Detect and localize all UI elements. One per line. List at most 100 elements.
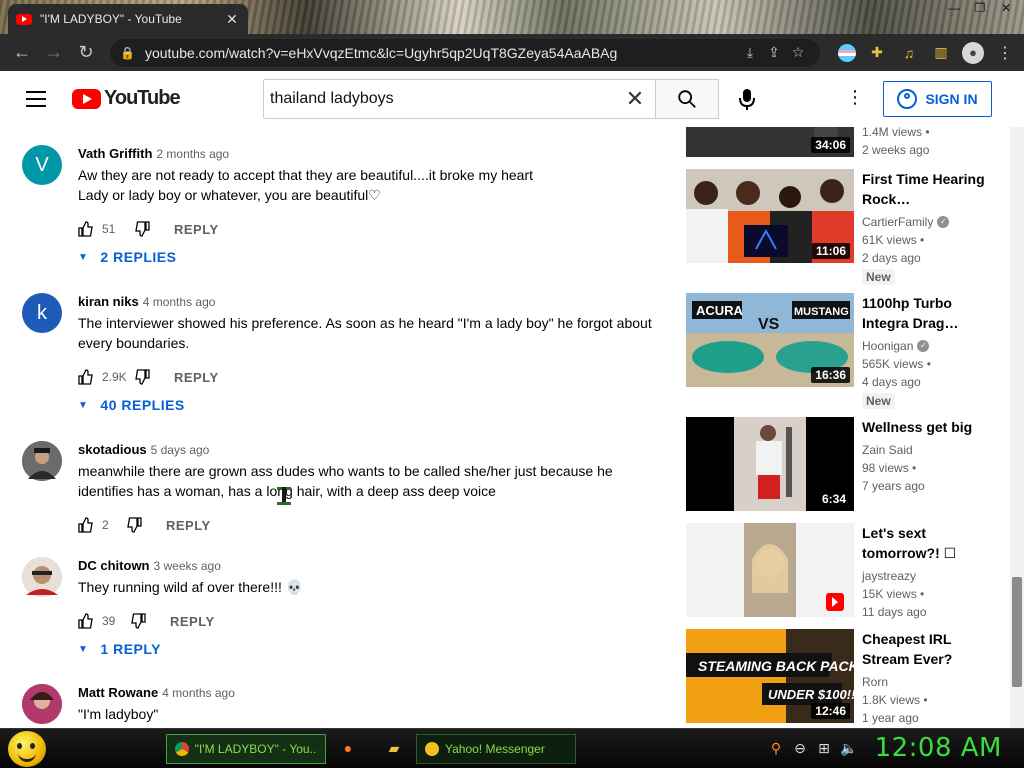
comment-time[interactable]: 2 months ago bbox=[156, 147, 229, 161]
comment-author[interactable]: Vath Griffith bbox=[78, 146, 152, 161]
firefox-icon[interactable]: ● bbox=[340, 740, 356, 756]
volume-icon[interactable]: 🔈 bbox=[840, 740, 857, 756]
extension-puzzle-icon[interactable]: ✚ bbox=[866, 42, 888, 64]
video-channel[interactable]: Rorn bbox=[862, 673, 992, 691]
video-title[interactable]: Let's sext tomorrow?! ☐ bbox=[862, 523, 992, 563]
comment-time[interactable]: 4 months ago bbox=[143, 295, 216, 309]
reply-button[interactable]: REPLY bbox=[170, 614, 215, 629]
commenter-avatar[interactable] bbox=[22, 684, 62, 724]
video-channel[interactable]: Zain Said bbox=[862, 441, 992, 459]
video-channel[interactable]: jaystreazy bbox=[862, 567, 992, 585]
browser-menu-icon[interactable]: ⋮ bbox=[994, 42, 1016, 64]
profile-avatar-icon[interactable]: ● bbox=[962, 41, 984, 64]
comment-author[interactable]: skotadious bbox=[78, 442, 147, 457]
dislike-thumb-icon[interactable] bbox=[126, 517, 142, 533]
video-thumbnail[interactable]: STEAMING BACK PACK UNDER $100!! 12:46 bbox=[686, 629, 854, 723]
commenter-avatar[interactable] bbox=[22, 557, 62, 597]
video-channel[interactable]: CartierFamily ✓ bbox=[862, 213, 992, 231]
forward-arrow-icon[interactable]: → bbox=[40, 39, 68, 67]
comment-author[interactable]: Matt Rowane bbox=[78, 685, 158, 700]
dislike-thumb-icon[interactable] bbox=[134, 221, 150, 237]
back-arrow-icon[interactable]: ← bbox=[8, 39, 36, 67]
video-thumbnail[interactable] bbox=[686, 523, 854, 617]
search-input[interactable] bbox=[270, 90, 621, 108]
related-video-item[interactable]: STEAMING BACK PACK UNDER $100!! 12:46 Ch… bbox=[686, 629, 996, 725]
hamburger-menu-icon[interactable] bbox=[26, 91, 46, 107]
video-title[interactable]: Cheapest IRL Stream Ever? bbox=[862, 629, 992, 669]
reply-button[interactable]: REPLY bbox=[174, 222, 219, 237]
scrollbar-thumb[interactable] bbox=[1012, 577, 1022, 687]
side-panel-icon[interactable]: ▥ bbox=[930, 42, 952, 64]
comment-time[interactable]: 4 months ago bbox=[162, 686, 235, 700]
video-thumbnail[interactable]: 11:06 bbox=[686, 169, 854, 263]
taskbar-item-label: Yahoo! Messenger bbox=[445, 742, 545, 756]
svg-text:MUSTANG: MUSTANG bbox=[794, 306, 849, 318]
url-text[interactable]: youtube.com/watch?v=eHxVvqzEtmc&lc=Ugyhr… bbox=[145, 45, 738, 61]
search-tray-icon[interactable]: ⚲ bbox=[768, 740, 784, 756]
reload-icon[interactable]: ↻ bbox=[72, 39, 100, 67]
start-button-smiley-icon[interactable] bbox=[8, 731, 46, 767]
reply-button[interactable]: REPLY bbox=[166, 518, 211, 533]
channel-name[interactable]: jaystreazy bbox=[862, 567, 916, 585]
like-thumb-icon[interactable] bbox=[78, 369, 94, 385]
related-video-item[interactable]: Let's sext tomorrow?! ☐ jaystreazy 15K v… bbox=[686, 523, 996, 619]
video-title[interactable]: First Time Hearing Rock… bbox=[862, 169, 992, 209]
dislike-thumb-icon[interactable] bbox=[130, 613, 146, 629]
minus-circle-icon[interactable]: ⊖ bbox=[792, 740, 808, 756]
lock-icon[interactable]: 🔒 bbox=[120, 46, 135, 60]
sign-in-button[interactable]: SIGN IN bbox=[883, 81, 992, 117]
address-bar[interactable]: 🔒 youtube.com/watch?v=eHxVvqzEtmc&lc=Ugy… bbox=[110, 38, 820, 67]
related-video-item[interactable]: 34:06 1.4M views • 2 weeks ago bbox=[686, 127, 996, 157]
install-app-icon[interactable]: ⤓ bbox=[738, 44, 762, 61]
view-replies-button[interactable]: ▼ 40 REPLIES bbox=[78, 397, 668, 413]
comment-author[interactable]: DC chitown bbox=[78, 558, 150, 573]
video-age: 2 days ago bbox=[862, 251, 921, 265]
commenter-avatar[interactable]: V bbox=[22, 145, 62, 185]
like-thumb-icon[interactable] bbox=[78, 517, 94, 533]
related-video-item[interactable]: 6:34 Wellness get big Zain Said 98 views… bbox=[686, 417, 996, 511]
folder-icon[interactable]: ▰ bbox=[386, 740, 402, 756]
extension-flag-icon[interactable] bbox=[838, 43, 856, 62]
taskbar-item-yahoo[interactable]: Yahoo! Messenger bbox=[416, 734, 576, 764]
youtube-logo[interactable]: YouTube bbox=[72, 87, 181, 110]
video-channel[interactable]: Hoonigan ✓ bbox=[862, 337, 992, 355]
like-thumb-icon[interactable] bbox=[78, 221, 94, 237]
channel-name[interactable]: Rorn bbox=[862, 673, 888, 691]
view-replies-button[interactable]: ▼ 2 REPLIES bbox=[78, 249, 668, 265]
comment-time[interactable]: 3 weeks ago bbox=[154, 559, 221, 573]
commenter-avatar[interactable]: k bbox=[22, 293, 62, 333]
comment-author[interactable]: kiran niks bbox=[78, 294, 139, 309]
video-thumbnail[interactable]: 34:06 bbox=[686, 127, 854, 157]
comment-time[interactable]: 5 days ago bbox=[151, 443, 210, 457]
channel-name[interactable]: Zain Said bbox=[862, 441, 913, 459]
video-title[interactable]: Wellness get big bbox=[862, 417, 992, 437]
commenter-avatar[interactable] bbox=[22, 441, 62, 481]
minimize-icon[interactable]: — bbox=[944, 0, 964, 16]
taskbar-item-browser[interactable]: "I'M LADYBOY" - You... bbox=[166, 734, 326, 764]
browser-tab[interactable]: "I'M LADYBOY" - YouTube ✕ bbox=[8, 4, 248, 34]
maximize-icon[interactable]: ❐ bbox=[970, 0, 990, 16]
related-video-item[interactable]: ACURA MUSTANG VS 16:36 1100hp Turbo Inte… bbox=[686, 293, 996, 409]
search-button[interactable] bbox=[655, 79, 719, 119]
settings-kebab-icon[interactable]: ⋮ bbox=[843, 87, 867, 111]
reply-button[interactable]: REPLY bbox=[174, 370, 219, 385]
network-icon[interactable]: ⊞ bbox=[816, 740, 832, 756]
close-window-icon[interactable]: ✕ bbox=[996, 0, 1016, 16]
clear-search-icon[interactable]: ✕ bbox=[621, 86, 649, 112]
video-thumbnail[interactable]: ACURA MUSTANG VS 16:36 bbox=[686, 293, 854, 387]
like-thumb-icon[interactable] bbox=[78, 613, 94, 629]
tab-close-icon[interactable]: ✕ bbox=[224, 11, 240, 28]
related-video-item[interactable]: 11:06 First Time Hearing Rock… CartierFa… bbox=[686, 169, 996, 285]
page-scrollbar[interactable] bbox=[1010, 127, 1024, 728]
voice-search-button[interactable] bbox=[731, 87, 763, 111]
channel-name[interactable]: CartierFamily bbox=[862, 213, 933, 231]
share-icon[interactable]: ⇪ bbox=[762, 44, 786, 61]
video-title[interactable]: 1100hp Turbo Integra Drag… bbox=[862, 293, 992, 333]
video-thumbnail[interactable]: 6:34 bbox=[686, 417, 854, 511]
bookmark-star-icon[interactable]: ☆ bbox=[786, 44, 810, 61]
channel-name[interactable]: Hoonigan bbox=[862, 337, 913, 355]
media-control-icon[interactable]: ♫ bbox=[898, 42, 920, 64]
view-replies-button[interactable]: ▼ 1 REPLY bbox=[78, 641, 668, 657]
taskbar-clock[interactable]: 12:08 AM bbox=[875, 733, 1002, 763]
dislike-thumb-icon[interactable] bbox=[134, 369, 150, 385]
